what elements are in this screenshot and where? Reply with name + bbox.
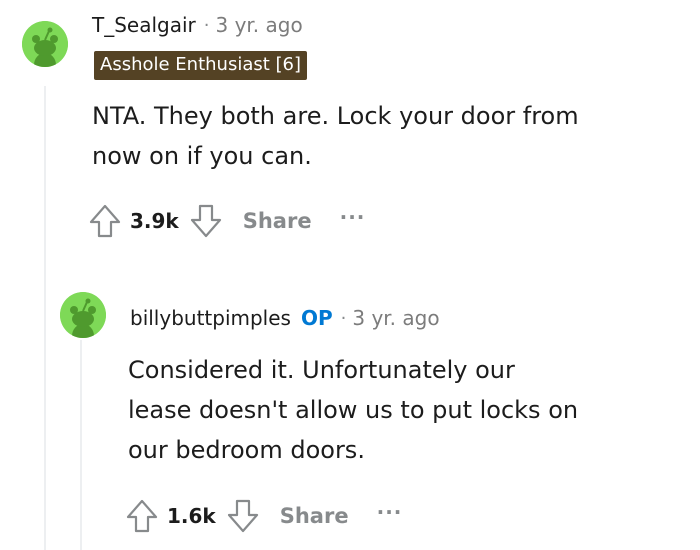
meta-separator: · xyxy=(340,307,347,329)
comment-line: now on if you can. xyxy=(92,142,312,170)
reddit-avatar-icon xyxy=(22,21,68,67)
score: 3.9k xyxy=(130,209,179,233)
comment-body: Considered it. Unfortunately our lease d… xyxy=(128,350,578,470)
thread-line-reply[interactable] xyxy=(80,340,82,550)
downvote-arrow-icon[interactable] xyxy=(226,498,260,534)
upvote-arrow-icon[interactable] xyxy=(125,498,159,534)
comment-meta: billybuttpimples OP · 3 yr. ago xyxy=(130,303,440,333)
comment-line: Considered it. Unfortunately our xyxy=(128,356,515,384)
thread-line-root[interactable] xyxy=(44,86,46,550)
comment-actions: 3.9k Share ··· xyxy=(88,203,365,239)
timestamp[interactable]: 3 yr. ago xyxy=(216,13,303,37)
user-flair: Asshole Enthusiast [6] xyxy=(94,51,308,80)
avatar[interactable] xyxy=(22,21,68,67)
downvote-arrow-icon[interactable] xyxy=(189,203,223,239)
comment-body: NTA. They both are. Lock your door from … xyxy=(92,96,579,176)
username[interactable]: T_Sealgair xyxy=(92,13,196,37)
comment-line: lease doesn't allow us to put locks on xyxy=(128,396,579,424)
more-options-button[interactable]: ··· xyxy=(377,500,403,524)
reddit-avatar-icon xyxy=(60,292,106,338)
score: 1.6k xyxy=(167,504,216,528)
comment-line: NTA. They both are. Lock your door from xyxy=(92,102,579,130)
meta-separator: · xyxy=(203,14,210,36)
timestamp[interactable]: 3 yr. ago xyxy=(352,306,439,330)
username[interactable]: billybuttpimples xyxy=(130,306,291,330)
share-button[interactable]: Share xyxy=(243,209,312,233)
comment-meta: T_Sealgair · 3 yr. ago xyxy=(92,10,303,40)
avatar[interactable] xyxy=(60,292,106,338)
upvote-arrow-icon[interactable] xyxy=(88,203,122,239)
more-options-button[interactable]: ··· xyxy=(340,205,366,229)
op-badge: OP xyxy=(300,306,333,330)
comment-line: our bedroom doors. xyxy=(128,436,365,464)
comment-actions: 1.6k Share ··· xyxy=(125,498,402,534)
share-button[interactable]: Share xyxy=(280,504,349,528)
